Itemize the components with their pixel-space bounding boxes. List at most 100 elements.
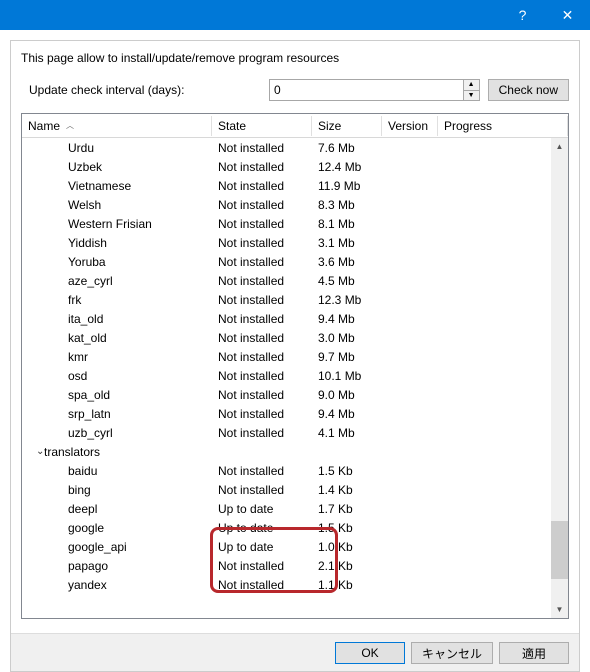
table-row[interactable]: Uzbek Not installed12.4 Mb <box>22 157 568 176</box>
scroll-thumb[interactable] <box>551 521 568 579</box>
table-row[interactable]: uzb_cyrlNot installed4.1 Mb <box>22 423 568 442</box>
row-state: Not installed <box>212 407 312 421</box>
close-button[interactable]: ✕ <box>545 0 590 30</box>
table-row[interactable]: bingNot installed1.4 Kb <box>22 480 568 499</box>
row-name: Urdu <box>28 141 94 155</box>
row-size: 7.6 Mb <box>312 141 382 155</box>
table-row[interactable]: Welsh Not installed8.3 Mb <box>22 195 568 214</box>
update-interval-row: Update check interval (days): ▲ ▼ Check … <box>11 71 579 109</box>
row-name: kmr <box>28 350 88 364</box>
row-state: Not installed <box>212 198 312 212</box>
table-row[interactable]: kat_oldNot installed3.0 Mb <box>22 328 568 347</box>
table-row[interactable]: deepl Up to date1.7 Kb <box>22 499 568 518</box>
rows-container: UrduNot installed7.6 MbUzbekNot installe… <box>22 138 568 594</box>
table-row[interactable]: UrduNot installed7.6 Mb <box>22 138 568 157</box>
table-row[interactable]: osdNot installed10.1 Mb <box>22 366 568 385</box>
row-state: Not installed <box>212 236 312 250</box>
spin-down-icon[interactable]: ▼ <box>464 91 479 101</box>
scroll-down-icon[interactable]: ▼ <box>551 601 568 618</box>
update-interval-input[interactable] <box>270 80 463 100</box>
row-name: srp_latn <box>28 407 111 421</box>
table-row[interactable]: google_apiUp to date1.0 Kb <box>22 537 568 556</box>
table-row[interactable]: srp_latn Not installed9.4 Mb <box>22 404 568 423</box>
column-header-name[interactable]: Name ︿ <box>22 116 212 136</box>
table-row[interactable]: YorubaNot installed3.6 Mb <box>22 252 568 271</box>
titlebar: ? ✕ <box>0 0 590 30</box>
row-name: Uzbek <box>28 160 102 174</box>
table-row[interactable]: VietnameseNot installed11.9 Mb <box>22 176 568 195</box>
table-row[interactable]: YiddishNot installed3.1 Mb <box>22 233 568 252</box>
tree-group-row[interactable]: ⌄translators <box>22 442 568 461</box>
row-size: 9.7 Mb <box>312 350 382 364</box>
table-body: UrduNot installed7.6 MbUzbekNot installe… <box>22 138 568 618</box>
row-size: 1.4 Kb <box>312 483 382 497</box>
row-state: Not installed <box>212 559 312 573</box>
row-size: 9.4 Mb <box>312 312 382 326</box>
row-size: 8.1 Mb <box>312 217 382 231</box>
dialog-footer: OK キャンセル 適用 <box>11 633 579 671</box>
row-name: google_api <box>28 540 127 554</box>
table-header: Name ︿ State Size Version Progress <box>22 114 568 138</box>
cancel-button[interactable]: キャンセル <box>411 642 493 664</box>
row-size: 3.6 Mb <box>312 255 382 269</box>
table-row[interactable]: ita_old Not installed9.4 Mb <box>22 309 568 328</box>
row-name: ita_old <box>28 312 103 326</box>
page-description: This page allow to install/update/remove… <box>11 41 579 71</box>
row-name: aze_cyrl <box>28 274 113 288</box>
row-state: Not installed <box>212 331 312 345</box>
table-row[interactable]: google Up to date1.5 Kb <box>22 518 568 537</box>
column-header-version[interactable]: Version <box>382 116 438 136</box>
apply-button[interactable]: 適用 <box>499 642 569 664</box>
check-now-button[interactable]: Check now <box>488 79 569 101</box>
row-size: 10.1 Mb <box>312 369 382 383</box>
table-row[interactable]: aze_cyrlNot installed4.5 Mb <box>22 271 568 290</box>
row-size: 1.1 Kb <box>312 578 382 592</box>
help-button[interactable]: ? <box>500 0 545 30</box>
row-state: Up to date <box>212 521 312 535</box>
row-state: Not installed <box>212 160 312 174</box>
annotation-arrow-icon <box>22 594 568 618</box>
row-size: 3.0 Mb <box>312 331 382 345</box>
row-size: 1.7 Kb <box>312 502 382 516</box>
row-name: deepl <box>28 502 97 516</box>
row-name: google <box>28 521 104 535</box>
ok-button[interactable]: OK <box>335 642 405 664</box>
row-size: 1.5 Kb <box>312 521 382 535</box>
row-name: uzb_cyrl <box>28 426 113 440</box>
row-state: Not installed <box>212 274 312 288</box>
row-name: spa_old <box>28 388 110 402</box>
spin-up-icon[interactable]: ▲ <box>464 80 479 91</box>
table-row[interactable]: kmrNot installed9.7 Mb <box>22 347 568 366</box>
update-interval-spinbox[interactable]: ▲ ▼ <box>269 79 480 101</box>
table-row[interactable]: Western FrisianNot installed8.1 Mb <box>22 214 568 233</box>
row-size: 12.4 Mb <box>312 160 382 174</box>
row-size: 1.0 Kb <box>312 540 382 554</box>
table-row[interactable]: spa_oldNot installed9.0 Mb <box>22 385 568 404</box>
spin-buttons: ▲ ▼ <box>463 80 479 100</box>
table-row[interactable]: baiduNot installed1.5 Kb <box>22 461 568 480</box>
sort-indicator-icon: ︿ <box>66 120 74 131</box>
row-name: Yoruba <box>28 255 106 269</box>
row-size: 9.4 Mb <box>312 407 382 421</box>
vertical-scrollbar[interactable]: ▲ ▼ <box>551 138 568 618</box>
row-state: Not installed <box>212 293 312 307</box>
expand-toggle-icon[interactable]: ⌄ <box>28 446 40 457</box>
row-size: 3.1 Mb <box>312 236 382 250</box>
scroll-track[interactable] <box>551 155 568 601</box>
column-header-state[interactable]: State <box>212 116 312 136</box>
row-name: yandex <box>28 578 107 592</box>
row-state: Not installed <box>212 426 312 440</box>
row-size: 11.9 Mb <box>312 179 382 193</box>
row-name: baidu <box>28 464 97 478</box>
row-size: 8.3 Mb <box>312 198 382 212</box>
scroll-up-icon[interactable]: ▲ <box>551 138 568 155</box>
row-state: Not installed <box>212 312 312 326</box>
row-name: papago <box>28 559 108 573</box>
column-header-progress[interactable]: Progress <box>438 116 568 136</box>
table-row[interactable]: papagoNot installed2.1 Kb <box>22 556 568 575</box>
table-row[interactable]: frkNot installed12.3 Mb <box>22 290 568 309</box>
table-row[interactable]: yandexNot installed1.1 Kb <box>22 575 568 594</box>
row-name: Welsh <box>28 198 101 212</box>
column-header-size[interactable]: Size <box>312 116 382 136</box>
row-state: Up to date <box>212 502 312 516</box>
